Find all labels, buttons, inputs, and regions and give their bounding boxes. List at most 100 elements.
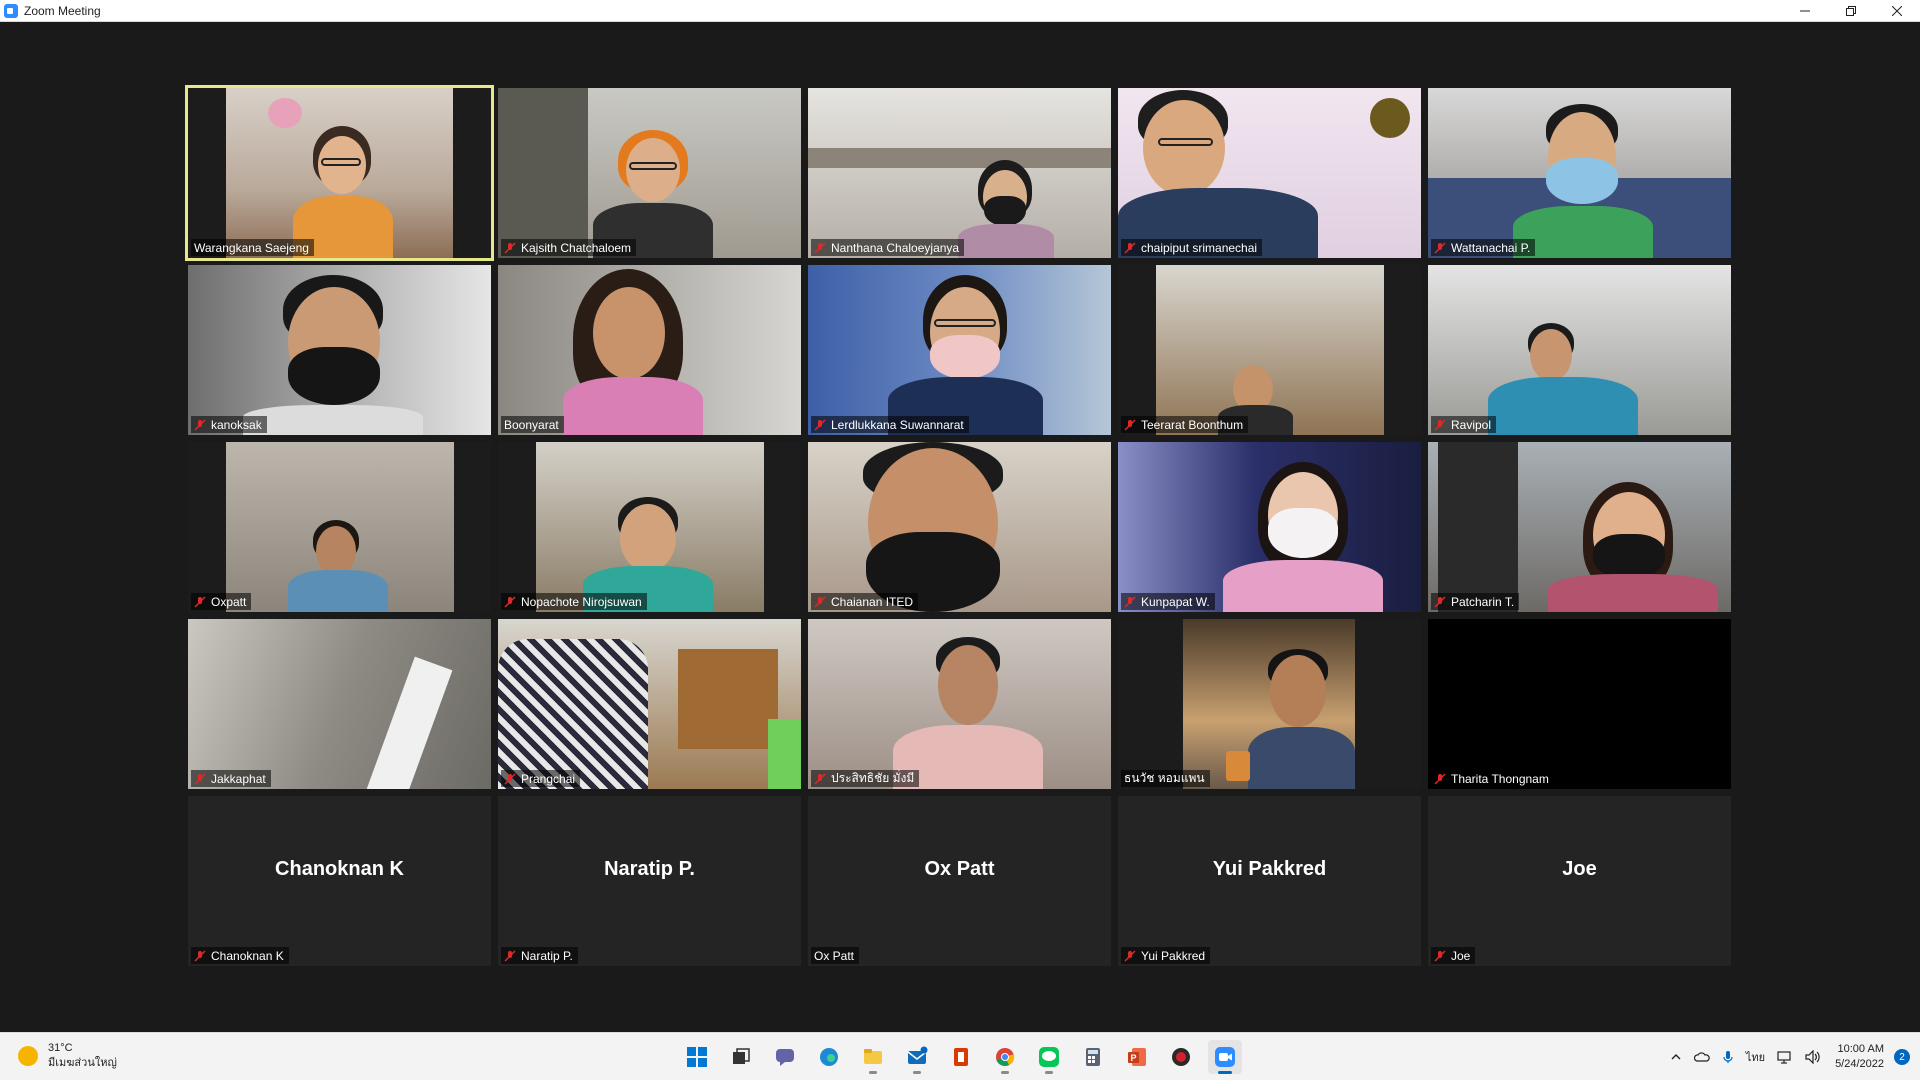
mail-icon	[907, 1046, 928, 1064]
participant-name: Boonyarat	[504, 417, 559, 432]
participant-name: ธนวัช หอมแพน	[1124, 771, 1205, 785]
file-explorer-button[interactable]	[856, 1040, 890, 1074]
restore-button[interactable]	[1828, 0, 1874, 22]
start-button[interactable]	[680, 1040, 714, 1074]
participant-name: Kajsith Chatchaloem	[521, 240, 632, 255]
volume-button[interactable]	[1805, 1050, 1821, 1064]
participant-name: Ox Patt	[814, 948, 855, 963]
participant-name: kanoksak	[211, 417, 262, 432]
powerpoint-button[interactable]: P	[1120, 1040, 1154, 1074]
video-tile[interactable]: Nopachote Nirojsuwan	[498, 442, 801, 612]
participant-name: Yui Pakkred	[1141, 948, 1206, 963]
weather-temp: 31°C	[48, 1042, 73, 1054]
edge-button[interactable]	[812, 1040, 846, 1074]
participant-name: Jakkaphat	[211, 771, 266, 786]
participant-display-name: Joe	[1562, 858, 1597, 880]
svg-text:P: P	[1131, 1053, 1137, 1063]
video-tile[interactable]: Oxpatt	[188, 442, 491, 612]
video-tile[interactable]: Chaianan ITED	[808, 442, 1111, 612]
participant-name-tag: kanoksak	[191, 416, 267, 433]
video-tile[interactable]: Nanthana Chaloeyjanya	[808, 88, 1111, 258]
muted-mic-icon	[1434, 595, 1446, 608]
zoom-app-icon	[4, 3, 18, 18]
powerpoint-icon: P	[1128, 1048, 1146, 1066]
network-icon	[1777, 1051, 1791, 1064]
network-button[interactable]	[1777, 1050, 1793, 1064]
video-tile[interactable]: Lerdlukkana Suwannarat	[808, 265, 1111, 435]
zoom-icon	[1215, 1047, 1235, 1067]
microphone-button[interactable]	[1722, 1050, 1734, 1064]
video-tile[interactable]: Jakkaphat	[188, 619, 491, 789]
video-tile[interactable]: ประสิทธิชัย มั่งมี	[808, 619, 1111, 789]
weather-widget[interactable]: 31°C มีเมฆส่วนใหญ่	[18, 1041, 117, 1071]
participant-name-tag: Kajsith Chatchaloem	[501, 239, 637, 256]
line-button[interactable]	[1032, 1040, 1066, 1074]
onedrive-button[interactable]	[1693, 1051, 1710, 1063]
video-tile[interactable]: Tharita Thongnam	[1428, 619, 1731, 789]
speaker-icon	[1805, 1050, 1820, 1064]
video-tile[interactable]: Warangkana Saejeng	[185, 85, 494, 261]
participant-name-tag: Lerdlukkana Suwannarat	[811, 416, 969, 433]
video-tile[interactable]: Ox Patt Ox Patt	[808, 796, 1111, 966]
zoom-taskbar-button[interactable]	[1208, 1040, 1242, 1074]
taskbar-clock[interactable]: 10:00 AM 5/24/2022	[1835, 1042, 1884, 1072]
muted-mic-icon	[504, 949, 516, 962]
video-tile[interactable]: Joe Joe	[1428, 796, 1731, 966]
video-tile[interactable]: Chanoknan K Chanoknan K	[188, 796, 491, 966]
participant-name-tag: Ox Patt	[811, 947, 860, 964]
participant-name-tag: Jakkaphat	[191, 770, 271, 787]
participant-name: chaipiput srimanechai	[1141, 240, 1258, 255]
teams-chat-button[interactable]	[768, 1040, 802, 1074]
muted-mic-icon	[194, 772, 206, 785]
muted-mic-icon	[1434, 241, 1446, 254]
video-tile[interactable]: Kunpapat W.	[1118, 442, 1421, 612]
video-tile[interactable]: Boonyarat	[498, 265, 801, 435]
participant-name-tag: Tharita Thongnam	[1431, 770, 1554, 787]
chrome-button[interactable]	[988, 1040, 1022, 1074]
task-view-button[interactable]	[724, 1040, 758, 1074]
muted-mic-icon	[194, 418, 206, 431]
participant-name-tag: Joe	[1431, 947, 1476, 964]
muted-mic-icon	[504, 241, 516, 254]
video-tile[interactable]: Prangchai	[498, 619, 801, 789]
video-tile[interactable]: Naratip P. Naratip P.	[498, 796, 801, 966]
video-feed	[498, 619, 801, 789]
participant-name-tag: Oxpatt	[191, 593, 252, 610]
video-tile[interactable]: ธนวัช หอมแพน	[1118, 619, 1421, 789]
video-feed	[1118, 619, 1421, 789]
clock-date: 5/24/2022	[1835, 1058, 1884, 1070]
show-hidden-icons-button[interactable]	[1670, 1051, 1682, 1063]
calculator-button[interactable]	[1076, 1040, 1110, 1074]
muted-mic-icon	[1124, 595, 1136, 608]
red-app-button[interactable]	[1164, 1040, 1198, 1074]
video-feed	[1118, 265, 1421, 435]
participant-name: ประสิทธิชัย มั่งมี	[831, 771, 915, 785]
mail-button[interactable]	[900, 1040, 934, 1074]
video-tile[interactable]: Wattanachai P.	[1428, 88, 1731, 258]
task-view-icon	[733, 1048, 750, 1064]
participant-name: Wattanachai P.	[1451, 240, 1531, 255]
office-button[interactable]	[944, 1040, 978, 1074]
video-feed	[188, 265, 491, 435]
language-indicator[interactable]: ไทย	[1746, 1048, 1765, 1066]
clock-time: 10:00 AM	[1837, 1043, 1884, 1055]
participant-name-tag: Yui Pakkred	[1121, 947, 1211, 964]
video-tile[interactable]: Yui Pakkred Yui Pakkred	[1118, 796, 1421, 966]
chat-icon	[776, 1049, 794, 1066]
participant-name-tag: Patcharin T.	[1431, 593, 1520, 610]
minimize-button[interactable]	[1782, 0, 1828, 22]
video-tile[interactable]: Teerarat Boonthum	[1118, 265, 1421, 435]
video-tile[interactable]: Ravipol	[1428, 265, 1731, 435]
video-tile[interactable]: chaipiput srimanechai	[1118, 88, 1421, 258]
participant-name-tag: Boonyarat	[501, 416, 564, 433]
notification-badge[interactable]: 2	[1894, 1049, 1910, 1065]
participant-name-tag: Nopachote Nirojsuwan	[501, 593, 647, 610]
video-tile[interactable]: Patcharin T.	[1428, 442, 1731, 612]
video-tile[interactable]: kanoksak	[188, 265, 491, 435]
close-button[interactable]	[1874, 0, 1920, 22]
video-tile[interactable]: Kajsith Chatchaloem	[498, 88, 801, 258]
chrome-icon	[996, 1048, 1015, 1066]
restore-icon	[1846, 6, 1856, 16]
participant-name-tag: Kunpapat W.	[1121, 593, 1215, 610]
muted-mic-icon	[504, 595, 516, 608]
